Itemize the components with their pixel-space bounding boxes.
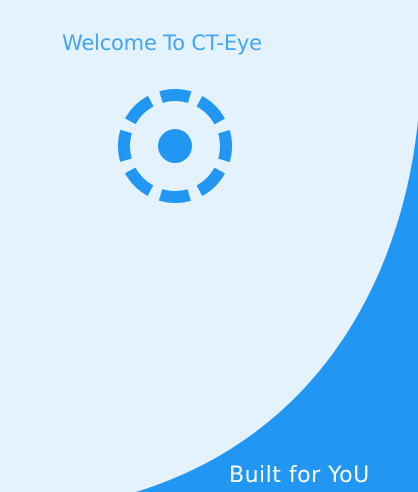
- focus-dot: [158, 129, 192, 163]
- tagline: Built for YoU: [229, 463, 370, 488]
- welcome-title: Welcome To CT-Eye: [62, 31, 262, 55]
- splash-screen: Welcome To CT-Eye Built for YoU: [0, 0, 418, 492]
- background-wave-shape: [136, 120, 418, 492]
- camera-focus-icon: [118, 89, 232, 203]
